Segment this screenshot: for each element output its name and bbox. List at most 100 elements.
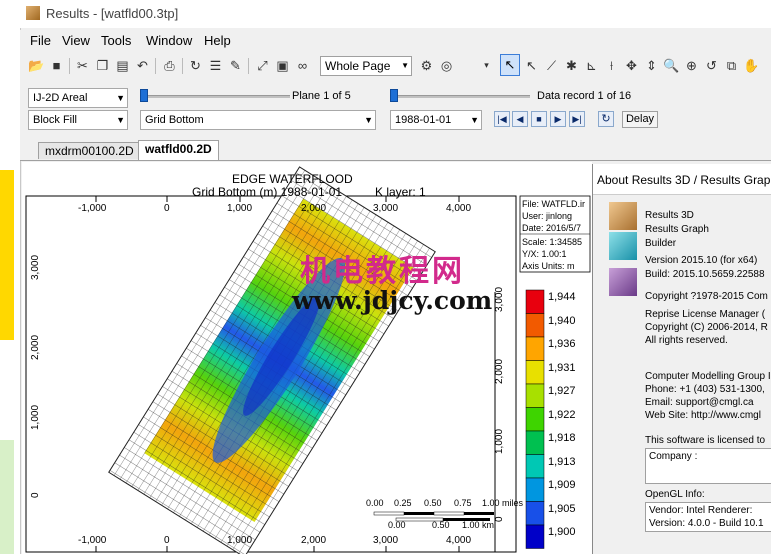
- scale-label: 0.00: [366, 498, 384, 508]
- info-user: User: jinlong: [522, 211, 573, 221]
- property-controls: IJ-2D Areal ▼ Block Fill ▼ Plane 1 of 5 …: [20, 80, 771, 140]
- property-value: Grid Bottom: [145, 114, 204, 126]
- play-back-icon: ◀: [516, 114, 524, 124]
- tab-mxdrm00100[interactable]: mxdrm00100.2D: [38, 142, 141, 159]
- opengl-vendor: Vendor: Intel Renderer:: [649, 505, 753, 516]
- pointer-tool-button[interactable]: ↖: [500, 54, 520, 76]
- record-slider-thumb[interactable]: [390, 89, 398, 102]
- opengl-info-box: Vendor: Intel Renderer: Version: 4.0.0 -…: [645, 502, 771, 532]
- measure-icon[interactable]: ⟊: [603, 57, 620, 74]
- y-tick-label: 1,000: [494, 428, 505, 454]
- stop-button[interactable]: ■: [531, 111, 547, 127]
- next-record-button[interactable]: ▶: [550, 111, 566, 127]
- legend-swatch: [525, 501, 545, 526]
- delay-button[interactable]: Delay: [622, 111, 658, 128]
- legend-swatch: [525, 313, 545, 338]
- previous-record-button[interactable]: ◀: [512, 111, 528, 127]
- menu-view[interactable]: View: [62, 33, 90, 48]
- plane-slider-thumb[interactable]: [140, 89, 148, 102]
- legend-value-label: 1,922: [548, 408, 576, 421]
- refresh-icon[interactable]: ↻: [187, 57, 204, 74]
- play-icon: ▶: [554, 114, 562, 124]
- map-canvas[interactable]: [22, 162, 592, 554]
- scale-label: 1.00 km: [462, 520, 495, 530]
- legend-swatch: [525, 336, 545, 361]
- first-record-button[interactable]: |◀: [494, 111, 510, 127]
- menu-window[interactable]: Window: [146, 33, 192, 48]
- pen-icon[interactable]: ✎: [227, 57, 244, 74]
- menu-tools[interactable]: Tools: [101, 33, 131, 48]
- legend-value-label: 1,936: [548, 338, 576, 350]
- y-tick-label: 1,000: [30, 404, 41, 430]
- save-icon[interactable]: ■: [48, 57, 65, 74]
- zoom-icon[interactable]: 🔍: [663, 57, 680, 74]
- cut-icon[interactable]: ✂: [74, 57, 91, 74]
- paste-icon[interactable]: ▤: [114, 57, 131, 74]
- loop-button[interactable]: ↻: [598, 111, 614, 127]
- toolbar-overflow-icon[interactable]: ▾: [478, 57, 495, 74]
- build-text: Build: 2015.10.5659.22588: [645, 269, 765, 280]
- fill-mode-value: Block Fill: [33, 114, 78, 126]
- scale-label: 0.75: [454, 498, 472, 508]
- x-tick-label: 2,000: [301, 203, 327, 214]
- target-icon[interactable]: ◎: [438, 57, 455, 74]
- loop-icon: ↻: [601, 113, 611, 125]
- select-arrow-icon[interactable]: ↖: [523, 57, 540, 74]
- copy-view-icon[interactable]: ⧉: [723, 57, 740, 74]
- info-file: File: WATFLD.ir: [522, 199, 585, 209]
- x-tick-label: 4,000: [446, 535, 472, 546]
- rotate-icon[interactable]: ↺: [703, 57, 720, 74]
- undo-icon[interactable]: ↶: [134, 57, 151, 74]
- properties-icon[interactable]: ☰: [207, 57, 224, 74]
- hand-icon[interactable]: ✋: [743, 57, 760, 74]
- layer-label: K layer: 1: [375, 185, 426, 199]
- scale-label: 0.50: [432, 520, 450, 530]
- menu-file[interactable]: File: [30, 33, 51, 48]
- view-mode-select[interactable]: IJ-2D Areal ▼: [28, 88, 128, 108]
- settings-icon[interactable]: ⚙: [418, 57, 435, 74]
- grid-edit-icon[interactable]: ✱: [563, 57, 580, 74]
- x-tick-label: 0: [164, 203, 170, 214]
- date-select[interactable]: 1988-01-01 ▼: [390, 110, 482, 130]
- y-tick-label: 3,000: [30, 254, 41, 280]
- property-select[interactable]: Grid Bottom ▼: [140, 110, 376, 130]
- contact-line: Web Site: http://www.cmgl: [645, 410, 761, 421]
- plane-label: Plane 1 of 5: [292, 90, 351, 102]
- plane-slider-track[interactable]: [140, 95, 290, 98]
- about-dialog: About Results 3D / Results Grap Results …: [592, 164, 771, 554]
- plot-area[interactable]: EDGE WATERFLOOD Grid Bottom (m) 1988-01-…: [22, 162, 592, 554]
- zoom-select[interactable]: Whole Page ▼: [320, 56, 412, 76]
- axis-icon[interactable]: ⊾: [583, 57, 600, 74]
- x-tick-label: 3,000: [373, 203, 399, 214]
- print-icon[interactable]: ⎙: [161, 57, 178, 74]
- fill-mode-select[interactable]: Block Fill ▼: [28, 110, 128, 130]
- zoom-region-icon[interactable]: ⊕: [683, 57, 700, 74]
- record-slider-track[interactable]: [390, 95, 530, 98]
- legend-swatch: [525, 477, 545, 502]
- glasses-icon[interactable]: ∞: [294, 57, 311, 74]
- opengl-label: OpenGL Info:: [645, 489, 705, 500]
- edit-line-icon[interactable]: ⟋: [543, 57, 560, 74]
- product-builder: Builder: [645, 238, 677, 249]
- results-3d-icon: [609, 202, 637, 230]
- last-record-button[interactable]: ▶|: [569, 111, 585, 127]
- date-value: 1988-01-01: [395, 114, 452, 126]
- legend-value-label: 1,944: [548, 291, 576, 303]
- company-label: Company :: [649, 451, 698, 462]
- x-tick-label: -1,000: [78, 535, 107, 546]
- tab-watfld00[interactable]: watfld00.2D: [138, 140, 219, 160]
- legend-value-label: 1,918: [548, 432, 576, 444]
- pan-icon[interactable]: ✥: [623, 57, 640, 74]
- copy-icon[interactable]: ❐: [94, 57, 111, 74]
- fit-window-icon[interactable]: ⤢: [254, 57, 271, 74]
- page-view-icon[interactable]: ▣: [274, 57, 291, 74]
- menu-bar: File View Tools Window Help: [20, 30, 771, 52]
- y-tick-label: 0: [494, 516, 505, 522]
- open-folder-icon[interactable]: 📂: [28, 57, 45, 74]
- version-text: Version 2015.10 (for x64): [645, 255, 758, 266]
- y-tick-label: 2,000: [494, 358, 505, 384]
- pan-vertical-icon[interactable]: ⇕: [643, 57, 660, 74]
- legend-swatch: [525, 289, 545, 314]
- menu-help[interactable]: Help: [204, 33, 231, 48]
- toolbar-separator: [69, 58, 70, 74]
